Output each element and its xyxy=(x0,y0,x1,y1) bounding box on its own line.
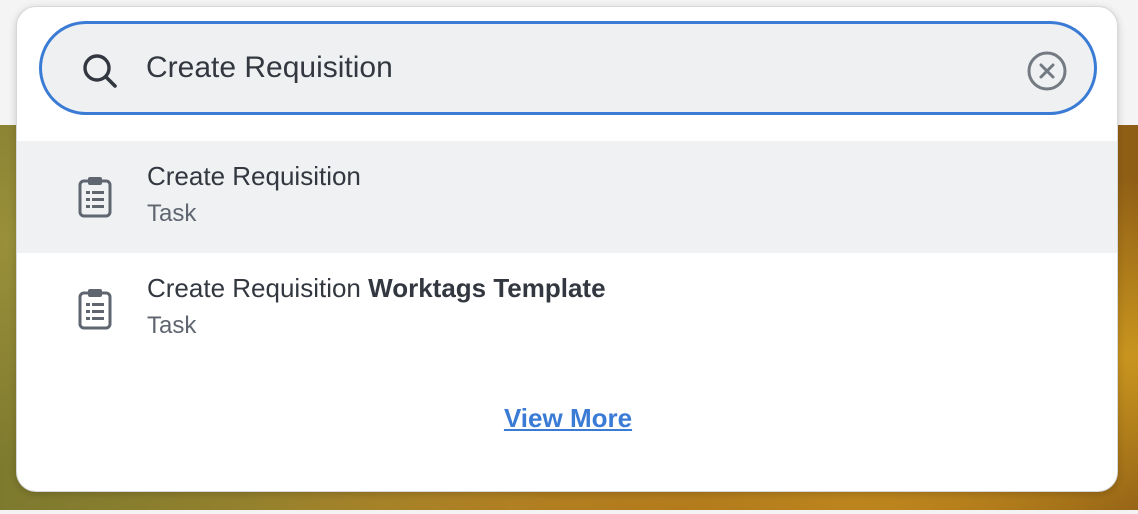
search-result-item[interactable]: Create Requisition Task xyxy=(17,141,1117,253)
result-title-text: Create Requisition xyxy=(147,161,361,191)
result-category: Task xyxy=(147,200,197,227)
result-category: Task xyxy=(147,312,197,339)
clipboard-icon xyxy=(78,289,112,330)
view-more-link[interactable]: View More xyxy=(504,403,632,433)
result-title-match: Worktags Template xyxy=(368,273,606,303)
result-title: Create Requisition xyxy=(147,157,361,195)
page-bottom-strip xyxy=(0,510,1138,514)
view-more-container: View More xyxy=(17,403,1117,434)
search-input[interactable] xyxy=(146,42,1006,94)
search-icon xyxy=(83,54,117,88)
clipboard-icon xyxy=(78,177,112,218)
result-title: Create Requisition Worktags Template xyxy=(147,269,606,307)
result-title-text: Create Requisition xyxy=(147,273,369,303)
search-popup: Create Requisition Task Create Requisiti… xyxy=(16,6,1118,492)
search-results-list: Create Requisition Task Create Requisiti… xyxy=(17,141,1117,365)
search-bar[interactable] xyxy=(39,21,1097,115)
search-result-item[interactable]: Create Requisition Worktags Template Tas… xyxy=(17,253,1117,365)
clear-search-icon[interactable] xyxy=(1026,50,1068,92)
